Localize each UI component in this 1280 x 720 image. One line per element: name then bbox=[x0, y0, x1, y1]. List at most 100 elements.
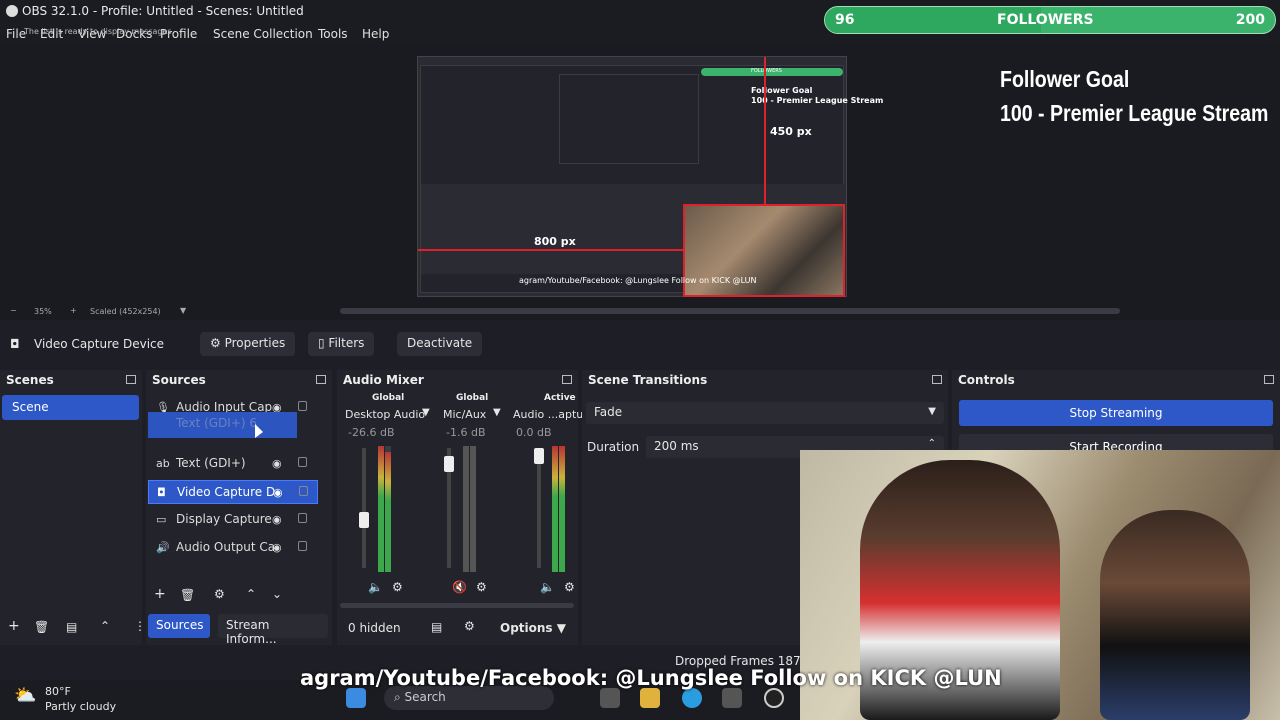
gear-icon: ⚙ bbox=[210, 336, 225, 350]
followers-goal-bar: 96 FOLLOWERS 200 bbox=[824, 6, 1276, 34]
guide-label-800: 800 px bbox=[534, 235, 576, 248]
volume-fader[interactable] bbox=[534, 448, 544, 568]
more-icon[interactable]: ⋮ bbox=[134, 619, 146, 633]
visibility-icon[interactable]: ◉ bbox=[272, 457, 282, 470]
guide-label-450: 450 px bbox=[770, 125, 812, 138]
zoom-in-icon[interactable]: + bbox=[70, 306, 77, 315]
mixer-options-button[interactable]: Options ▼ bbox=[500, 621, 566, 635]
window-title: OBS 32.1.0 - Profile: Untitled - Scenes:… bbox=[22, 4, 304, 18]
properties-button[interactable]: ⚙ Properties bbox=[200, 332, 296, 356]
mixer-scrollbar[interactable] bbox=[340, 603, 574, 608]
dock-float-icon[interactable] bbox=[932, 375, 942, 384]
lock-icon[interactable] bbox=[298, 513, 307, 523]
source-item-dragging[interactable]: Text (GDI+) 6 bbox=[148, 412, 297, 438]
fader-knob[interactable] bbox=[359, 512, 369, 528]
dock-float-icon[interactable] bbox=[316, 375, 326, 384]
followers-goal: 200 bbox=[1235, 12, 1265, 28]
goal-overlay: Follower Goal 100 - Premier League Strea… bbox=[1000, 62, 1268, 130]
level-fill bbox=[378, 446, 384, 572]
add-scene-icon[interactable]: + bbox=[8, 618, 20, 634]
text-icon: ab bbox=[156, 457, 170, 470]
scene-filters-icon[interactable]: ▤ bbox=[66, 620, 77, 634]
chevron-up-icon[interactable]: ⌃ bbox=[928, 438, 936, 449]
lock-icon[interactable] bbox=[299, 486, 308, 496]
scenes-footer: + 🗑 ▤ ⌃ ⋮ bbox=[0, 616, 146, 640]
scene-item[interactable]: Scene bbox=[2, 395, 139, 420]
channel-tag: Active bbox=[544, 393, 576, 403]
source-item-selected[interactable]: ◘ Video Capture D ◉ bbox=[148, 480, 318, 504]
mixer-layout-icon[interactable]: ▤ bbox=[431, 620, 442, 634]
remove-scene-icon[interactable]: 🗑 bbox=[34, 620, 49, 634]
camera-icon: ◘ bbox=[157, 486, 166, 499]
sources-title: Sources bbox=[152, 373, 206, 387]
search-icon: ⌕ bbox=[394, 690, 405, 704]
deactivate-button[interactable]: Deactivate bbox=[397, 332, 483, 356]
source-properties-icon[interactable]: ⚙ bbox=[214, 587, 225, 601]
duration-label: Duration bbox=[587, 440, 640, 454]
hidden-count: 0 hidden bbox=[348, 621, 401, 635]
channel-dropdown-icon[interactable]: ▼ bbox=[493, 407, 501, 418]
source-toolbar: ◘ Video Capture Device ⚙ Properties ▯ Fi… bbox=[0, 330, 1280, 358]
visibility-icon[interactable]: ◉ bbox=[272, 541, 282, 554]
visibility-icon[interactable]: ◉ bbox=[273, 486, 283, 499]
move-source-up-icon[interactable]: ⌃ bbox=[246, 587, 256, 601]
channel-db: -1.6 dB bbox=[446, 426, 486, 439]
source-item[interactable]: ab Text (GDI+) ◉ bbox=[148, 452, 318, 476]
level-meter bbox=[559, 446, 565, 572]
menu-tools[interactable]: Tools bbox=[318, 27, 348, 41]
filters-button[interactable]: ▯ Filters bbox=[308, 332, 375, 356]
obs-taskbar-icon[interactable] bbox=[764, 688, 784, 708]
level-meter bbox=[470, 446, 476, 572]
transition-select[interactable]: Fade ▼ bbox=[586, 402, 944, 424]
muted-mic-icon[interactable]: 🔇 bbox=[452, 580, 467, 594]
mini-goal-subtitle: 100 - Premier League Stream bbox=[751, 96, 884, 105]
dock-float-icon[interactable] bbox=[562, 375, 572, 384]
tab-stream-information[interactable]: Stream Inform... bbox=[218, 614, 328, 646]
visibility-icon[interactable]: ◉ bbox=[272, 513, 282, 526]
mute-speaker-icon[interactable]: 🔈 bbox=[368, 580, 383, 594]
volume-fader[interactable] bbox=[444, 448, 454, 568]
lock-icon[interactable] bbox=[298, 401, 307, 411]
source-item[interactable]: 🔊 Audio Output Ca ◉ bbox=[148, 536, 318, 560]
file-explorer-icon[interactable] bbox=[640, 688, 660, 708]
edge-browser-icon[interactable] bbox=[682, 688, 702, 708]
mixer-settings-icon[interactable]: ⚙ bbox=[392, 580, 403, 594]
dock-float-icon[interactable] bbox=[1264, 375, 1274, 384]
dock-float-icon[interactable] bbox=[126, 375, 136, 384]
fader-knob[interactable] bbox=[534, 448, 544, 464]
remove-source-icon[interactable]: 🗑 bbox=[180, 588, 195, 602]
mixer-settings-icon[interactable]: ⚙ bbox=[564, 580, 575, 594]
advanced-audio-icon[interactable]: ⚙ bbox=[464, 619, 475, 633]
preview-scrollbar[interactable] bbox=[340, 308, 1120, 314]
guest-figure bbox=[1100, 510, 1250, 720]
menu-help[interactable]: Help bbox=[362, 27, 389, 41]
channel-dropdown-icon[interactable]: ▼ bbox=[422, 407, 430, 418]
scale-dropdown-icon[interactable]: ▼ bbox=[180, 306, 186, 315]
mute-speaker-icon[interactable]: 🔈 bbox=[540, 580, 555, 594]
followers-current: 96 bbox=[835, 12, 855, 28]
store-icon[interactable] bbox=[722, 688, 742, 708]
mouse-cursor-icon bbox=[255, 424, 263, 438]
volume-fader[interactable] bbox=[359, 448, 369, 568]
obs-logo-icon bbox=[6, 5, 18, 17]
source-item[interactable]: ▭ Display Capture ◉ bbox=[148, 508, 318, 532]
stop-streaming-button[interactable]: Stop Streaming bbox=[959, 400, 1273, 426]
lock-icon[interactable] bbox=[298, 457, 307, 467]
selected-source-name: Video Capture Device bbox=[34, 337, 165, 351]
zoom-out-icon[interactable]: − bbox=[10, 306, 17, 315]
tab-sources[interactable]: Sources bbox=[148, 614, 210, 638]
task-view-icon[interactable] bbox=[600, 688, 620, 708]
fader-knob[interactable] bbox=[444, 456, 454, 472]
level-meter bbox=[378, 446, 384, 572]
mixer-settings-icon[interactable]: ⚙ bbox=[476, 580, 487, 594]
channel-name: Mic/Aux bbox=[443, 408, 487, 421]
windows-start-icon[interactable] bbox=[346, 688, 366, 708]
level-meter bbox=[552, 446, 558, 572]
menu-scene-collection[interactable]: Scene Collection bbox=[213, 27, 313, 41]
channel-db: 0.0 dB bbox=[516, 426, 552, 439]
lock-icon[interactable] bbox=[298, 541, 307, 551]
move-source-down-icon[interactable]: ⌄ bbox=[272, 587, 282, 601]
weather-widget[interactable]: ⛅ 80°F Partly cloudy bbox=[14, 684, 116, 714]
add-source-icon[interactable]: + bbox=[154, 586, 166, 602]
move-up-icon[interactable]: ⌃ bbox=[100, 619, 110, 633]
